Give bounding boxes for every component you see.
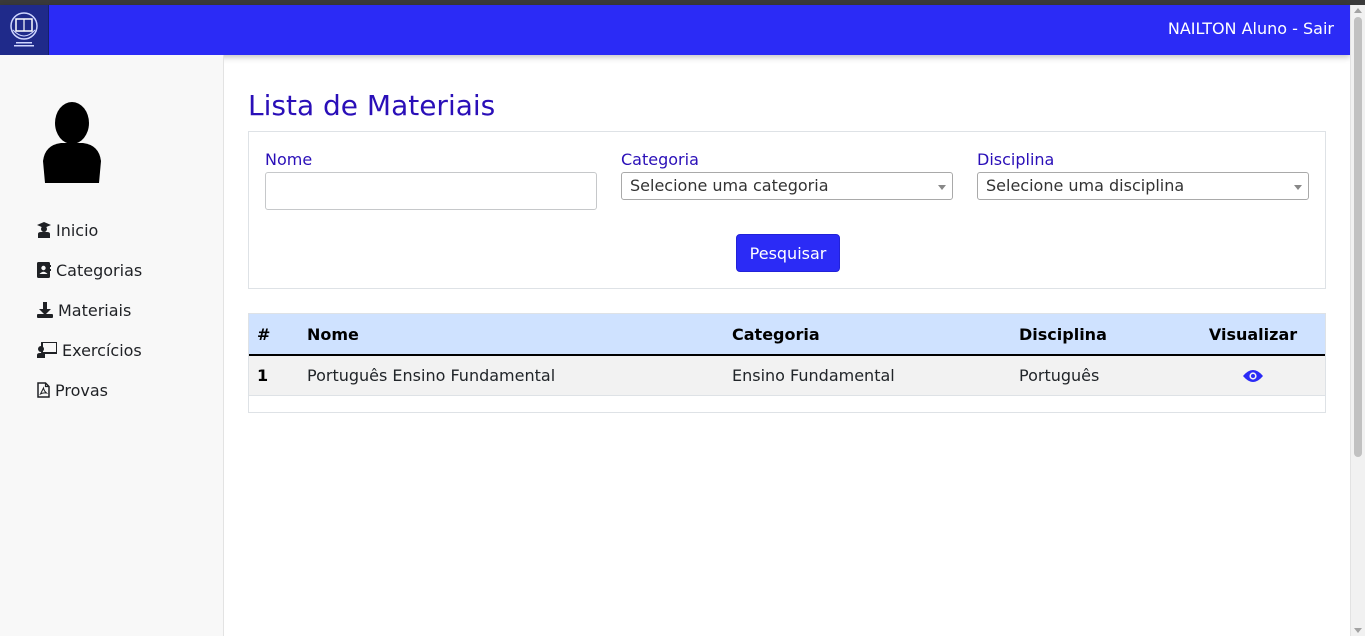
disciplina-field-group: Disciplina Selecione uma disciplina bbox=[977, 150, 1309, 200]
categoria-select-value: Selecione uma categoria bbox=[630, 176, 829, 195]
eye-icon[interactable] bbox=[1243, 369, 1263, 383]
filter-card: Nome Categoria Selecione uma categoria D… bbox=[248, 131, 1326, 289]
sidebar-nav: Inicio Categorias Materiais Exercícios P… bbox=[37, 210, 142, 410]
column-header-categoria: Categoria bbox=[724, 314, 1011, 356]
sidebar: Inicio Categorias Materiais Exercícios P… bbox=[0, 55, 224, 636]
materials-table-wrapper: # Nome Categoria Disciplina Visualizar 1… bbox=[248, 313, 1326, 413]
teacher-icon bbox=[37, 222, 51, 238]
address-book-icon bbox=[37, 262, 51, 278]
materials-table: # Nome Categoria Disciplina Visualizar 1… bbox=[249, 314, 1325, 396]
nome-field-group: Nome bbox=[265, 150, 597, 210]
chevron-down-icon bbox=[938, 185, 946, 190]
sidebar-item-label: Materiais bbox=[58, 300, 132, 320]
categoria-field-group: Categoria Selecione uma categoria bbox=[621, 150, 953, 200]
column-header-number: # bbox=[249, 314, 299, 356]
disciplina-select[interactable]: Selecione uma disciplina bbox=[977, 172, 1309, 200]
column-header-visualizar: Visualizar bbox=[1181, 314, 1325, 356]
school-logo-icon bbox=[10, 12, 38, 47]
sidebar-item-categorias[interactable]: Categorias bbox=[37, 250, 142, 290]
sidebar-item-exercicios[interactable]: Exercícios bbox=[37, 330, 142, 370]
page-scrollbar[interactable] bbox=[1350, 5, 1365, 636]
cell-categoria: Ensino Fundamental bbox=[732, 365, 895, 385]
table-row: 1 Português Ensino Fundamental Ensino Fu… bbox=[249, 355, 1325, 395]
school-logo[interactable] bbox=[0, 5, 49, 55]
user-silhouette-icon bbox=[43, 102, 101, 183]
page-title: Lista de Materiais bbox=[248, 89, 496, 122]
nome-input[interactable] bbox=[265, 172, 597, 210]
sidebar-item-label: Inicio bbox=[56, 220, 99, 240]
scroll-up-arrow-icon[interactable] bbox=[1354, 8, 1362, 13]
chalkboard-user-icon bbox=[37, 342, 57, 358]
download-icon bbox=[37, 302, 53, 318]
pesquisar-button[interactable]: Pesquisar bbox=[736, 234, 840, 272]
cell-visualizar bbox=[1181, 355, 1325, 395]
sidebar-item-materiais[interactable]: Materiais bbox=[37, 290, 142, 330]
sidebar-item-label: Categorias bbox=[56, 260, 143, 280]
disciplina-label: Disciplina bbox=[977, 150, 1055, 169]
cell-disciplina: Português bbox=[1019, 365, 1100, 385]
sidebar-item-provas[interactable]: Provas bbox=[37, 370, 142, 410]
file-pdf-icon bbox=[37, 382, 50, 398]
table-header-row: # Nome Categoria Disciplina Visualizar bbox=[249, 314, 1325, 356]
column-header-nome: Nome bbox=[299, 314, 724, 356]
disciplina-select-value: Selecione uma disciplina bbox=[986, 176, 1185, 195]
cell-number: 1 bbox=[257, 365, 269, 385]
scroll-thumb[interactable] bbox=[1354, 17, 1362, 457]
chevron-down-icon bbox=[1294, 185, 1302, 190]
sidebar-item-inicio[interactable]: Inicio bbox=[37, 210, 142, 250]
nome-label: Nome bbox=[265, 150, 313, 169]
sidebar-item-label: Provas bbox=[55, 380, 108, 400]
categoria-label: Categoria bbox=[621, 150, 699, 169]
top-navbar: NAILTON Aluno - Sair bbox=[0, 5, 1350, 55]
cell-nome: Português Ensino Fundamental bbox=[307, 365, 556, 385]
sidebar-item-label: Exercícios bbox=[62, 340, 142, 360]
user-logout-link[interactable]: NAILTON Aluno - Sair bbox=[1168, 19, 1334, 38]
categoria-select[interactable]: Selecione uma categoria bbox=[621, 172, 953, 200]
scroll-down-arrow-icon[interactable] bbox=[1354, 628, 1362, 633]
column-header-disciplina: Disciplina bbox=[1011, 314, 1181, 356]
